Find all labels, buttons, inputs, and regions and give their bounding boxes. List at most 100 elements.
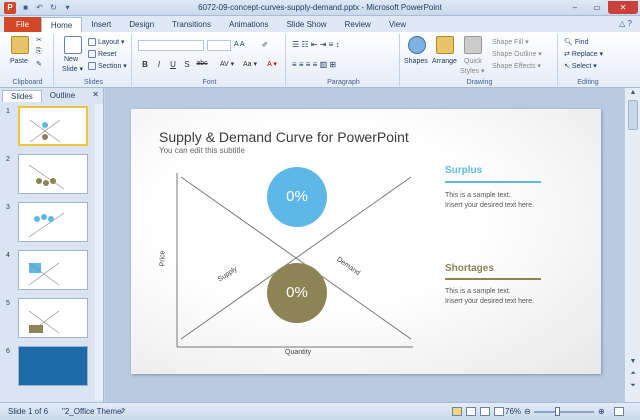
close-button[interactable]: ✕ — [608, 1, 638, 14]
thumbnail-graphic-4 — [28, 262, 60, 286]
scroll-down-icon[interactable]: ▼ — [628, 358, 638, 365]
shortages-text-2[interactable]: Insert your desired text here. — [445, 297, 555, 307]
find-button[interactable]: 🔍︎ Find — [564, 38, 588, 46]
font-family-select[interactable] — [138, 40, 204, 51]
shape-effects-button[interactable]: Shape Effects ▾ — [492, 62, 541, 70]
tab-outline[interactable]: Outline — [42, 90, 83, 102]
shape-fill-button[interactable]: Shape Fill ▾ — [492, 38, 529, 46]
title-bar: P ■ ↶ ↻ ▾ 6072-09-concept-curves-supply-… — [0, 0, 640, 16]
next-slide-icon[interactable]: ⏷ — [628, 382, 638, 390]
clear-format-icon[interactable]: ✐ — [262, 41, 268, 49]
shapes-button[interactable]: Shapes — [404, 58, 428, 65]
tab-home[interactable]: Home — [40, 17, 83, 32]
shortages-heading[interactable]: Shortages — [445, 263, 494, 274]
find-label: Find — [574, 39, 589, 46]
tab-file[interactable]: File — [4, 17, 41, 32]
new-slide-button[interactable]: Slide ▾ — [62, 65, 83, 73]
pane-close-icon[interactable]: ✕ — [92, 90, 99, 99]
slide-number: 6 — [6, 348, 10, 355]
surplus-text-2[interactable]: Insert your desired text here. — [445, 201, 555, 211]
zoom-slider-handle[interactable] — [555, 407, 560, 416]
zoom-out-icon[interactable]: ⊖ — [524, 407, 531, 416]
slide-thumbnail-1[interactable]: 1 — [6, 106, 90, 146]
fit-to-window-icon[interactable] — [614, 407, 624, 416]
tab-animations[interactable]: Animations — [220, 17, 278, 32]
tab-design[interactable]: Design — [120, 17, 163, 32]
underline-button[interactable]: U — [168, 60, 178, 69]
paste-button[interactable]: Paste — [10, 58, 28, 65]
slide-thumbnail-5[interactable]: 5 — [6, 298, 90, 338]
tab-transitions[interactable]: Transitions — [163, 17, 220, 32]
copy-icon[interactable]: ⎘ — [36, 48, 42, 56]
replace-icon: ⇄ — [564, 51, 570, 58]
change-case-button[interactable]: Aa ▾ — [240, 60, 260, 68]
layout-button[interactable]: Layout ▾ — [88, 38, 124, 47]
slide-subtitle[interactable]: You can edit this subtitle — [159, 146, 245, 155]
vertical-scrollbar[interactable]: ▲ ▼ ⏶ ⏷ — [624, 88, 640, 402]
help-icon[interactable]: △ ? — [619, 19, 632, 28]
slide-thumbnail-6[interactable]: 6 — [6, 346, 90, 386]
surplus-text-1[interactable]: This is a sample text. — [445, 191, 555, 201]
tab-insert[interactable]: Insert — [82, 17, 120, 32]
zoom-slider[interactable] — [534, 411, 594, 413]
section-button[interactable]: Section ▾ — [88, 62, 127, 71]
shadow-button[interactable]: S — [182, 60, 192, 69]
zoom-level[interactable]: 76% — [505, 407, 521, 416]
slide-show-icon[interactable] — [494, 407, 504, 416]
zoom-in-icon[interactable]: ⊕ — [598, 407, 605, 416]
normal-view-icon[interactable] — [452, 407, 462, 416]
tab-review[interactable]: Review — [336, 17, 380, 32]
surplus-circle[interactable]: 0% — [267, 167, 327, 227]
tab-slide-show[interactable]: Slide Show — [278, 17, 336, 32]
cut-icon[interactable]: ✂ — [36, 36, 42, 44]
spellcheck-icon[interactable]: ✓ — [120, 407, 127, 416]
previous-slide-icon[interactable]: ⏶ — [628, 370, 638, 378]
shape-outline-button[interactable]: Shape Outline ▾ — [492, 50, 542, 58]
replace-button[interactable]: ⇄ Replace ▾ — [564, 50, 603, 58]
font-group: A A ✐ B I U S abc AV ▾ Aa ▾ A ▾ Font — [134, 34, 286, 86]
slide-thumbnail-2[interactable]: 2 — [6, 154, 90, 194]
maximize-button[interactable]: ▭ — [586, 1, 608, 14]
minimize-button[interactable]: – — [564, 1, 586, 14]
char-spacing-button[interactable]: AV ▾ — [216, 60, 238, 68]
bold-button[interactable]: B — [140, 60, 150, 69]
shortages-underline — [445, 278, 541, 280]
theme-name[interactable]: "2_Office Theme" — [62, 407, 124, 416]
thumbnail-image — [18, 154, 88, 194]
format-painter-icon[interactable]: ✎ — [36, 60, 42, 68]
shortages-text-1[interactable]: This is a sample text. — [445, 287, 555, 297]
quick-styles-icon[interactable] — [464, 36, 482, 54]
paste-icon[interactable] — [11, 36, 29, 54]
quick-styles-button-2[interactable]: Styles ▾ — [460, 67, 485, 75]
shapes-icon[interactable] — [408, 36, 426, 54]
tab-view[interactable]: View — [380, 17, 415, 32]
reading-view-icon[interactable] — [480, 407, 490, 416]
tab-slides[interactable]: Slides — [2, 90, 42, 102]
italic-button[interactable]: I — [154, 60, 164, 69]
slide-title[interactable]: Supply & Demand Curve for PowerPoint — [159, 129, 409, 145]
new-slide-button-line1[interactable]: New — [64, 56, 78, 63]
slides-label: Slides — [83, 79, 104, 86]
surplus-heading[interactable]: Surplus — [445, 165, 482, 176]
slide-thumbnail-4[interactable]: 4 — [6, 250, 90, 290]
slide-sorter-icon[interactable] — [466, 407, 476, 416]
arrange-button[interactable]: Arrange — [432, 58, 457, 65]
thumbnail-graphic-2 — [28, 164, 65, 190]
scroll-thumb[interactable] — [628, 100, 638, 130]
slide-thumbnail-3[interactable]: 3 — [6, 202, 90, 242]
arrange-icon[interactable] — [436, 36, 454, 54]
align-icons[interactable]: ≡ ≡ ≡ ≡ ▥ ⊞ — [292, 60, 336, 69]
shortages-circle[interactable]: 0% — [267, 263, 327, 323]
strikethrough-button[interactable]: abc — [194, 60, 210, 67]
scroll-up-icon[interactable]: ▲ — [628, 89, 638, 96]
grow-font-icon[interactable]: A A — [234, 41, 245, 48]
select-button[interactable]: ↖ Select ▾ — [564, 62, 597, 70]
reset-button[interactable]: Reset — [88, 50, 116, 58]
slide-canvas[interactable]: Supply & Demand Curve for PowerPoint You… — [131, 109, 601, 374]
bullets-icon[interactable]: ☰ ☷ ⇤ ⇥ ≡ ↕ — [292, 40, 340, 49]
new-slide-icon[interactable] — [64, 36, 82, 54]
pane-scrollbar[interactable] — [95, 104, 103, 400]
quick-styles-button[interactable]: Quick — [464, 58, 482, 65]
font-color-button[interactable]: A ▾ — [262, 60, 282, 68]
font-size-select[interactable] — [207, 40, 231, 51]
